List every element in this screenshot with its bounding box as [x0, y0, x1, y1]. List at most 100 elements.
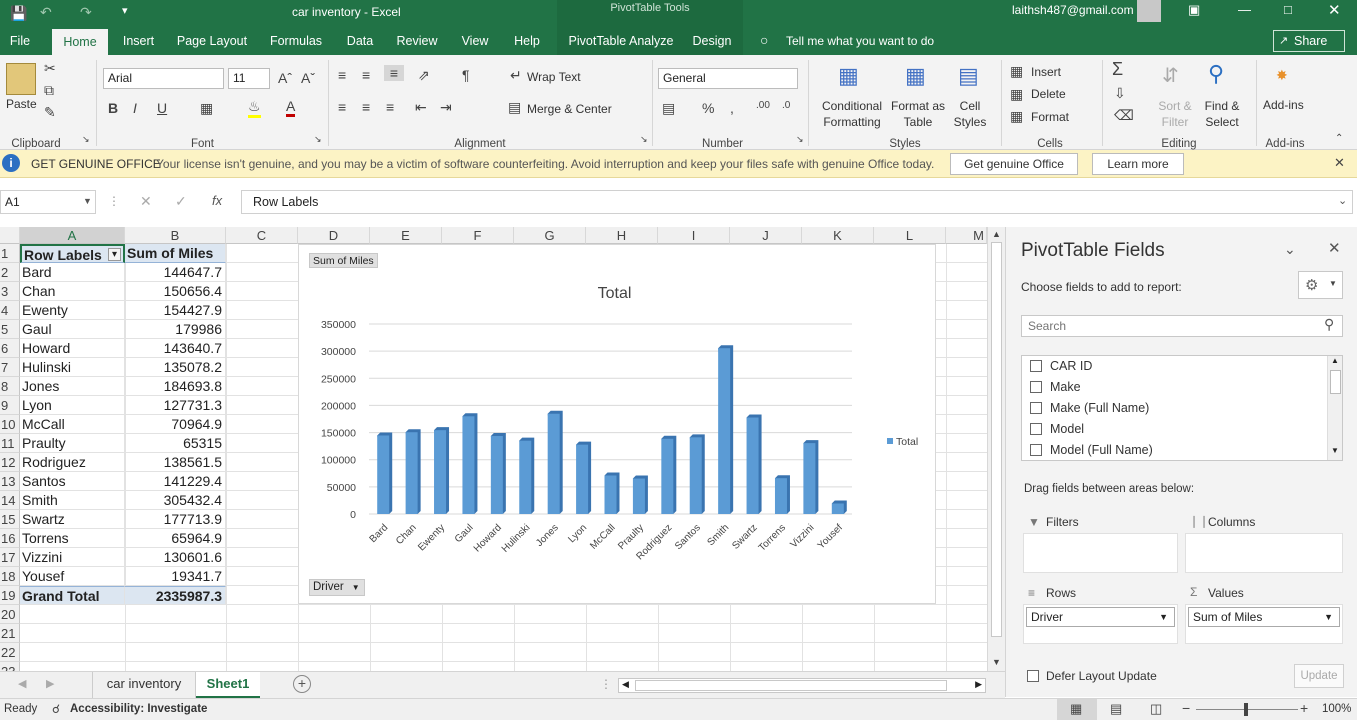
tools-button[interactable]: ⚙ ▼: [1298, 271, 1343, 299]
row-header[interactable]: 12: [0, 453, 20, 472]
pivot-header-row-labels[interactable]: Row Labels ▾: [20, 244, 125, 263]
field-scroll-up-icon[interactable]: ▲: [1331, 356, 1339, 365]
col-header-m[interactable]: M: [946, 227, 987, 244]
defer-layout-checkbox[interactable]: [1027, 670, 1039, 682]
pivot-row-value[interactable]: 19341.7: [125, 567, 226, 586]
percent-icon[interactable]: %: [702, 100, 714, 116]
sort-filter-icon[interactable]: ⇵: [1162, 63, 1179, 88]
redo-icon[interactable]: ↷: [80, 4, 92, 21]
expand-formula-icon[interactable]: ⌄: [1338, 194, 1347, 207]
tab-view[interactable]: View: [456, 27, 494, 55]
format-as-table-button[interactable]: Format as Table: [888, 98, 948, 130]
cut-icon[interactable]: ✂: [44, 60, 56, 77]
align-center-icon[interactable]: ≡: [362, 99, 370, 115]
field-item[interactable]: CAR ID: [1030, 356, 1092, 377]
pivot-row-label[interactable]: Jones: [20, 377, 125, 396]
pivot-row-value[interactable]: 130601.6: [125, 548, 226, 567]
tab-review[interactable]: Review: [392, 27, 442, 55]
scroll-down-icon[interactable]: ▼: [992, 657, 1001, 667]
pane-options-icon[interactable]: ⌄: [1284, 241, 1296, 258]
pivot-row-label[interactable]: Praulty: [20, 434, 125, 453]
accessibility-status[interactable]: Accessibility: Investigate: [70, 703, 207, 715]
select-all-corner[interactable]: [0, 227, 20, 244]
tell-me-box[interactable]: Tell me what you want to do: [786, 34, 934, 48]
col-header-j[interactable]: J: [730, 227, 802, 244]
pivot-row-label[interactable]: Yousef: [20, 567, 125, 586]
pivot-row-label[interactable]: Chan: [20, 282, 125, 301]
field-item[interactable]: Model (Full Name): [1030, 440, 1153, 460]
row-header[interactable]: 13: [0, 472, 20, 491]
pivot-row-value[interactable]: 179986: [125, 320, 226, 339]
sheet-tab-sheet1[interactable]: Sheet1: [196, 672, 260, 698]
close-window-icon[interactable]: ✕: [1328, 1, 1341, 19]
name-box-dropdown-icon[interactable]: ▼: [83, 196, 92, 206]
font-color-icon[interactable]: A: [286, 98, 296, 117]
add-ins-icon[interactable]: ✸: [1276, 67, 1288, 84]
field-search-input[interactable]: [1021, 315, 1343, 337]
field-checkbox[interactable]: [1030, 360, 1042, 372]
pivot-row-value[interactable]: 143640.7: [125, 339, 226, 358]
tab-help[interactable]: Help: [508, 27, 546, 55]
minimize-icon[interactable]: —: [1238, 2, 1251, 17]
pivot-row-value[interactable]: 184693.8: [125, 377, 226, 396]
find-select-button[interactable]: Find & Select: [1198, 98, 1246, 130]
tab-page-layout[interactable]: Page Layout: [172, 27, 252, 55]
horizontal-scroll-thumb[interactable]: [635, 680, 947, 691]
col-header-e[interactable]: E: [370, 227, 442, 244]
row-header[interactable]: 17: [0, 548, 20, 567]
tab-home[interactable]: Home: [52, 29, 108, 55]
row-header[interactable]: 22: [0, 643, 20, 662]
bold-icon[interactable]: B: [108, 100, 118, 116]
pivot-row-value[interactable]: 305432.4: [125, 491, 226, 510]
merge-center-button[interactable]: Merge & Center: [527, 102, 612, 116]
borders-icon[interactable]: ▦: [200, 100, 213, 117]
prev-sheet-icon[interactable]: ◀: [18, 677, 26, 690]
normal-view-button[interactable]: ▦: [1057, 699, 1097, 720]
field-scroll-down-icon[interactable]: ▼: [1331, 446, 1339, 455]
quick-access-menu-icon[interactable]: ▾: [122, 4, 128, 17]
pivot-header-sum-of-miles[interactable]: Sum of Miles: [125, 244, 226, 263]
pivot-row-label[interactable]: Ewenty: [20, 301, 125, 320]
pivot-row-label[interactable]: Bard: [20, 263, 125, 282]
zoom-level[interactable]: 100%: [1322, 703, 1351, 715]
alignment-launcher-icon[interactable]: ↘: [640, 134, 648, 145]
col-header-b[interactable]: B: [125, 227, 226, 244]
tab-file[interactable]: File: [0, 27, 40, 55]
insert-function-icon[interactable]: fx: [212, 193, 222, 208]
col-header-g[interactable]: G: [514, 227, 586, 244]
horizontal-scrollbar[interactable]: ◀ ▶: [618, 678, 986, 693]
sheet-tab-car-inventory[interactable]: car inventory: [92, 672, 196, 698]
pivot-row-value[interactable]: 144647.7: [125, 263, 226, 282]
row-header[interactable]: 18: [0, 567, 20, 586]
text-direction-icon[interactable]: ¶: [462, 67, 470, 83]
pivot-chart[interactable]: Sum of Miles Total 0 50000 100000 150000 2000…: [298, 244, 936, 604]
pivot-row-value[interactable]: 127731.3: [125, 396, 226, 415]
row-header[interactable]: 5: [0, 320, 20, 339]
row-header[interactable]: 2: [0, 263, 20, 282]
cancel-entry-icon[interactable]: ✕: [140, 193, 152, 210]
row-header[interactable]: 9: [0, 396, 20, 415]
pivot-row-value[interactable]: 154427.9: [125, 301, 226, 320]
field-item[interactable]: Make (Full Name): [1030, 398, 1149, 419]
tab-design[interactable]: Design: [685, 27, 739, 55]
clear-icon[interactable]: ⌫: [1114, 107, 1134, 124]
col-header-k[interactable]: K: [802, 227, 874, 244]
row-header[interactable]: 4: [0, 301, 20, 320]
row-header[interactable]: 8: [0, 377, 20, 396]
scroll-left-icon[interactable]: ◀: [622, 679, 629, 690]
field-checkbox[interactable]: [1030, 444, 1042, 456]
clipboard-launcher-icon[interactable]: ↘: [82, 134, 90, 145]
field-checkbox[interactable]: [1030, 423, 1042, 435]
row-header[interactable]: 3: [0, 282, 20, 301]
next-sheet-icon[interactable]: ▶: [46, 677, 54, 690]
row-header[interactable]: 16: [0, 529, 20, 548]
row-header[interactable]: 23: [0, 662, 20, 671]
chart-axis-field-button[interactable]: Driver ▼: [309, 579, 365, 596]
vertical-scroll-thumb[interactable]: [991, 242, 1002, 637]
row-header[interactable]: 10: [0, 415, 20, 434]
italic-icon[interactable]: I: [133, 100, 137, 116]
pivot-row-label[interactable]: Rodriguez: [20, 453, 125, 472]
decrease-indent-icon[interactable]: ⇤: [415, 99, 427, 116]
grow-font-icon[interactable]: Aˆ: [278, 70, 292, 86]
add-sheet-icon[interactable]: +: [293, 675, 311, 693]
